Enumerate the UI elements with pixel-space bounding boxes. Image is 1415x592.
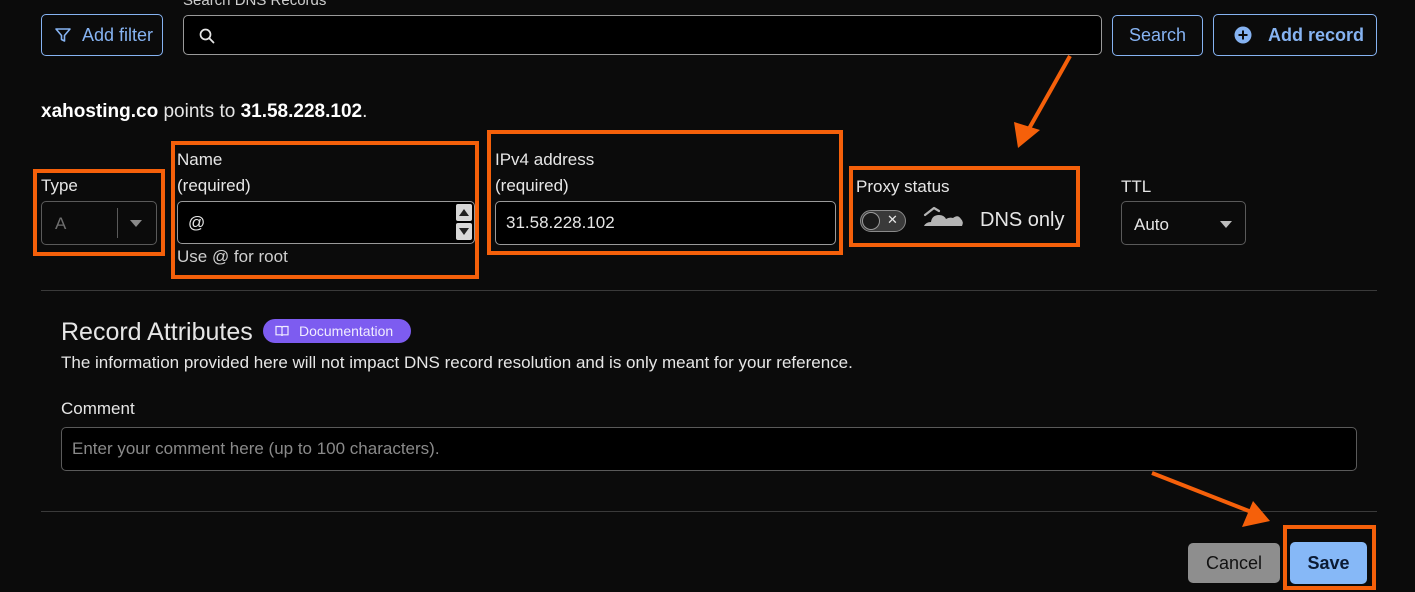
add-record-button[interactable]: Add record xyxy=(1213,14,1377,56)
ttl-label: TTL xyxy=(1121,177,1152,196)
ipv4-required: (required) xyxy=(495,176,569,195)
ttl-select[interactable]: Auto xyxy=(1121,201,1246,245)
arrowhead-save xyxy=(1242,501,1270,527)
points-to-text: xahosting.co points to 31.58.228.102. xyxy=(41,101,367,123)
name-required: (required) xyxy=(177,176,251,195)
comment-input[interactable] xyxy=(72,428,1342,470)
save-button[interactable]: Save xyxy=(1290,542,1367,584)
type-select[interactable]: A xyxy=(41,201,157,245)
points-to-end: . xyxy=(362,101,368,122)
add-record-label: Add record xyxy=(1268,24,1365,45)
filter-icon xyxy=(55,28,71,42)
record-attributes-title: Record Attributes xyxy=(61,318,253,346)
section-divider xyxy=(41,290,1377,291)
search-field[interactable] xyxy=(183,15,1102,55)
chevron-down-icon xyxy=(1220,221,1232,228)
toggle-knob xyxy=(862,212,880,230)
name-label: Name xyxy=(177,150,223,169)
name-stepper[interactable] xyxy=(456,204,472,241)
annotation-overlay xyxy=(33,55,1376,590)
domain-name: xahosting.co xyxy=(41,101,159,122)
stepper-up[interactable] xyxy=(456,204,472,221)
documentation-label: Documentation xyxy=(299,323,394,339)
target-ip: 31.58.228.102 xyxy=(240,101,363,122)
add-filter-button[interactable]: Add filter xyxy=(41,14,163,56)
cancel-button[interactable]: Cancel xyxy=(1188,543,1280,583)
close-icon: ✕ xyxy=(887,212,898,227)
search-input[interactable] xyxy=(224,16,1094,54)
chevron-down-icon xyxy=(459,228,469,235)
arrow-to-proxy xyxy=(1024,55,1072,135)
add-filter-label: Add filter xyxy=(82,24,154,45)
name-input[interactable] xyxy=(188,202,448,243)
ipv4-field[interactable] xyxy=(495,201,836,245)
chevron-up-icon xyxy=(459,209,469,216)
select-divider xyxy=(117,208,118,238)
chevron-down-icon xyxy=(130,220,142,227)
name-hint: Use @ for root xyxy=(177,247,288,266)
search-label: Search DNS Records xyxy=(183,0,327,9)
comment-field[interactable] xyxy=(61,427,1357,471)
documentation-badge[interactable]: Documentation xyxy=(263,319,411,343)
attributes-description: The information provided here will not i… xyxy=(61,353,853,372)
proxy-status-label: Proxy status xyxy=(856,177,950,196)
ipv4-label-group: IPv4 address (required) xyxy=(495,147,594,199)
search-button[interactable]: Search xyxy=(1112,15,1203,56)
name-label-group: Name (required) xyxy=(177,147,251,199)
points-to-connector: points to xyxy=(158,101,241,122)
type-label: Type xyxy=(41,176,78,195)
footer-divider xyxy=(41,511,1377,512)
name-field[interactable] xyxy=(177,201,475,244)
cloud-icon xyxy=(923,206,963,226)
plus-circle-icon xyxy=(1234,26,1252,44)
proxy-toggle[interactable]: ✕ xyxy=(860,210,906,232)
ttl-value: Auto xyxy=(1134,215,1169,234)
ipv4-label: IPv4 address xyxy=(495,150,595,169)
comment-label: Comment xyxy=(61,399,135,418)
arrowhead-proxy xyxy=(1014,122,1040,148)
book-icon xyxy=(275,325,289,337)
ipv4-input[interactable] xyxy=(506,202,826,244)
search-icon xyxy=(199,28,215,44)
type-value: A xyxy=(55,214,67,233)
stepper-down[interactable] xyxy=(456,223,472,240)
arrow-to-save xyxy=(1151,471,1255,515)
proxy-status-value: DNS only xyxy=(980,209,1065,231)
